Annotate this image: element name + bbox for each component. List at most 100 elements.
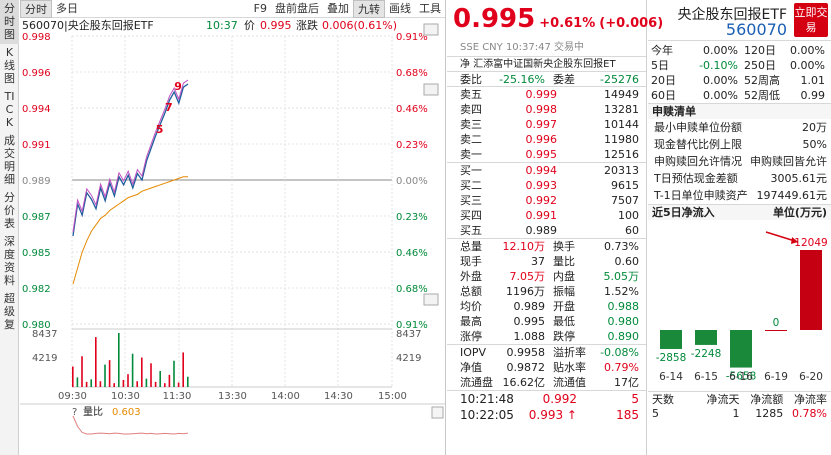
tab-overlay[interactable]: 叠加: [323, 0, 353, 18]
tab-multiday[interactable]: 多日: [52, 0, 82, 18]
flow-value: 12049: [794, 237, 827, 249]
tab-f9[interactable]: F9: [250, 0, 271, 18]
book-row[interactable]: 卖二 0.996 11980: [447, 132, 646, 147]
flow-value: -2858: [656, 352, 687, 364]
volume-bar: [145, 378, 148, 387]
volume-bar: [164, 383, 166, 387]
tab-tools[interactable]: 工具: [415, 0, 445, 18]
sidebar-item-4[interactable]: 分价表: [0, 189, 19, 233]
flow-foot-value: 1285: [755, 407, 784, 420]
flow-unit: 单位(万元): [772, 206, 827, 219]
tick-row: 10:21:48 0.992 5: [460, 392, 639, 406]
flow-foot-label: 天数: [652, 393, 674, 406]
volume-bar: [108, 360, 111, 387]
y-left-tick: 0.989: [22, 176, 51, 187]
change-pct: +0.61%: [539, 16, 596, 31]
y-left-tick: 0.982: [22, 284, 51, 295]
x-tick: 13:30: [218, 391, 247, 402]
stats-table: 总量 12.10万 换手 0.73% 现手 37 量比 0.60 外盘 7.05万 内盘 5.05万总…: [447, 238, 646, 344]
sidebar-item-1[interactable]: K线图: [0, 44, 19, 88]
volume-bar: [141, 357, 143, 387]
book-row[interactable]: 卖三 0.997 10144: [447, 117, 646, 132]
y-right-tick: 0.46%: [396, 248, 428, 259]
book-row[interactable]: 卖五 0.999 14949: [447, 87, 646, 102]
vol-left-tick: 4219: [32, 353, 57, 364]
redeem-row: 现金替代比例上限 50%: [654, 138, 827, 151]
flow-foot-label: 净流天: [706, 393, 740, 406]
trade-now-button[interactable]: 立即交易: [794, 3, 828, 37]
flow-value: -2248: [691, 348, 722, 360]
ind-settings-button[interactable]: [431, 406, 444, 419]
sidebar-item-6[interactable]: 超级复: [0, 290, 19, 334]
vol-right-tick: 4219: [396, 353, 421, 364]
book-row[interactable]: 买一 0.994 20313: [447, 163, 646, 178]
perf-row: 5日 -0.10% 250日 0.00%: [651, 59, 825, 72]
net-inflow-chart: -28586-14-22486-15 -56586-1606-19120496-2…: [656, 231, 828, 383]
sidebar-item-2[interactable]: TICK: [0, 88, 19, 132]
fund-code: 560070: [725, 20, 787, 39]
volume-bar: [168, 374, 171, 387]
volume-bar: [81, 356, 83, 387]
iopv-row: IOPV 0.9958 溢折率 -0.08%: [460, 346, 639, 359]
x-tick: 09:30: [58, 391, 87, 402]
flow-bar: [660, 330, 682, 349]
redeem-row: T-1日单位申赎资产 197449.61元: [654, 189, 827, 202]
chart-side-button[interactable]: [423, 83, 439, 96]
stat-row: 现手 37 量比 0.60: [460, 255, 639, 268]
iopv-row: 净值 0.9872 贴水率 0.79%: [460, 361, 639, 374]
ratio-line: [72, 415, 189, 435]
tab-draw[interactable]: 画线: [385, 0, 415, 18]
order-ratio-row: 委比 -25.16% 委差 -25276: [447, 71, 646, 86]
volume-bar: [177, 382, 180, 387]
chart-side-button[interactable]: [423, 23, 439, 36]
y-right-tick: 0.68%: [396, 68, 428, 79]
flow-date: 6-19: [764, 371, 788, 383]
ind-label: 量比: [83, 406, 103, 418]
y-right-tick: 0.68%: [396, 284, 428, 295]
y-right-tick: 0.23%: [396, 140, 428, 151]
redeem-title: 申赎清单: [648, 103, 831, 119]
y-left-tick: 0.998: [22, 32, 51, 43]
book-row[interactable]: 买四 0.991 100: [447, 208, 646, 223]
y-left-tick: 0.994: [22, 104, 51, 115]
flow-bar: [695, 330, 717, 345]
stat-row: 最高 0.995 最低 0.980: [460, 315, 639, 328]
nine-mark: 9: [174, 80, 182, 93]
volume-bar: [127, 374, 129, 387]
book-row[interactable]: 买三 0.992 7507: [447, 193, 646, 208]
chart-side-button[interactable]: [423, 293, 439, 306]
chart-chg-label: 涨跌: [296, 19, 318, 32]
sidebar-item-3[interactable]: 成交明细: [0, 132, 19, 189]
perf-row: 60日 0.00% 52周低 0.99: [651, 89, 825, 102]
nine-mark: 5: [156, 123, 164, 136]
volume-bar: [104, 364, 106, 387]
stat-row: 总额 1196万 振幅 1.52%: [460, 285, 639, 298]
ind-value: 0.603: [112, 407, 141, 418]
tick-list: 10:21:48 0.992 5 10:22:05 0.993 ↑ 185: [447, 390, 646, 423]
volume-bar: [150, 363, 152, 387]
flow-summary-row: 5 1 1285 0.78%: [648, 406, 831, 421]
chart-price-label: 价: [244, 19, 255, 32]
vol-left-tick: 8437: [32, 329, 57, 340]
book-row[interactable]: 买二 0.993 9615: [447, 178, 646, 193]
tab-premarket[interactable]: 盘前盘后: [271, 0, 323, 18]
y-right-tick: 0.91%: [396, 32, 428, 43]
chart-time: 10:37: [206, 19, 238, 32]
order-book: 卖五 0.999 14949 卖四 0.998 13281 卖三 0.997 10144 卖二 0.…: [447, 86, 646, 238]
tab-nine-turn[interactable]: 九转: [353, 0, 385, 18]
sidebar-item-5[interactable]: 深度资料: [0, 233, 19, 290]
volume-bar: [154, 381, 157, 387]
sidebar-item-0[interactable]: 分时图: [0, 0, 19, 44]
flow-header: 近5日净流入 单位(万元): [648, 204, 831, 220]
y-left-tick: 0.987: [22, 212, 51, 223]
volume-bar: [182, 352, 184, 387]
volume-bar: [72, 366, 74, 387]
market-status: SSE CNY 10:37:47 交易中: [460, 42, 585, 53]
book-row[interactable]: 买五 0.989 60: [447, 223, 646, 238]
x-tick: 15:00: [378, 391, 407, 402]
tab-intraday[interactable]: 分时: [20, 0, 52, 18]
book-row[interactable]: 卖一 0.995 12516: [447, 147, 646, 162]
iopv-table: IOPV 0.9958 溢折率 -0.08% 净值 0.9872 贴水率 0.79% 流通盘 16…: [447, 344, 646, 390]
book-row[interactable]: 卖四 0.998 13281: [447, 102, 646, 117]
volume-bar: [99, 381, 102, 387]
